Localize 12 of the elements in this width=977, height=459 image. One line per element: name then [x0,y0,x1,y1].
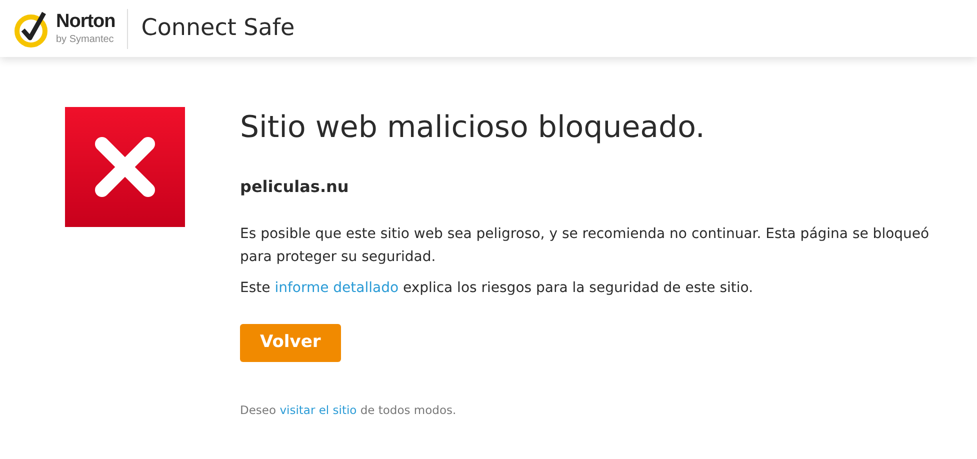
proceed-text: Deseo visitar el sitio de todos modos. [240,402,458,418]
page-title: Sitio web malicioso bloqueado. [240,109,706,146]
brand-name: Norton [56,12,116,31]
back-button[interactable]: Volver [240,324,341,362]
warning-text: Es posible que este sitio web sea peligroso, y se recomienda no continuar. Esta página se bloqueó para proteger su seguridad. [240,225,930,267]
brand-tagline: by Symantec [56,35,115,45]
blocked-icon [65,107,185,227]
blocked-domain: peliculas.nu [240,176,350,198]
visit-site-link[interactable]: visitar el sitio [280,402,357,416]
report-link[interactable]: informe detallado [274,280,399,296]
product-name: Connect Safe [141,14,295,44]
report-text: Este informe detallado explica los riesgos para la seguridad de este sitio. [240,279,754,298]
